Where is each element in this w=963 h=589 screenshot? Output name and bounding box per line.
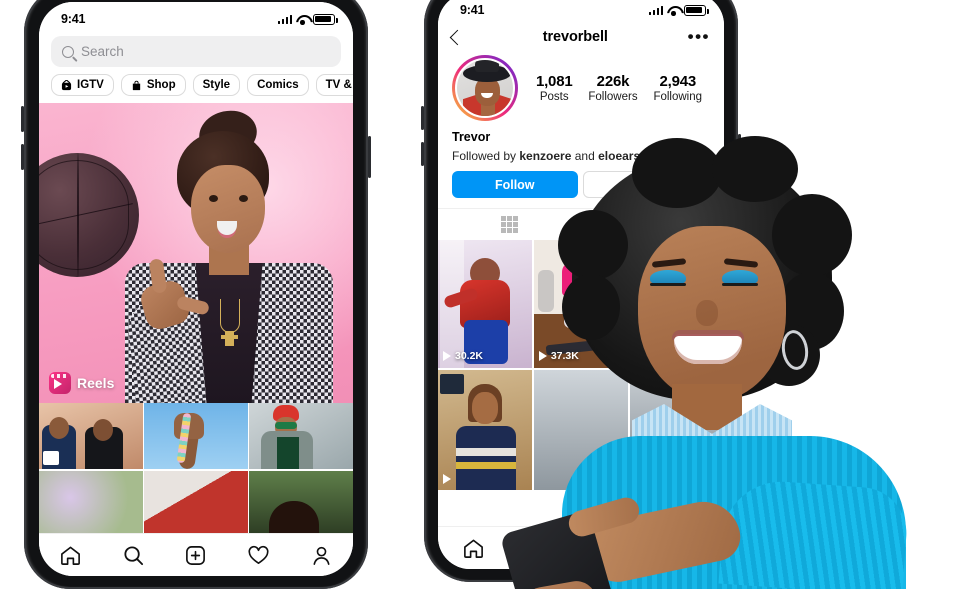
stat-followers[interactable]: 226k Followers: [588, 73, 637, 103]
explore-thumb[interactable]: [39, 470, 143, 537]
wifi-icon: [296, 14, 309, 25]
phone-left-frame: 9:41 Search IGTV Shop Style Comics TV & …: [21, 0, 371, 589]
search-icon[interactable]: [122, 544, 145, 567]
reels-icon: [49, 372, 71, 394]
battery-icon: [313, 13, 338, 25]
chip-igtv[interactable]: IGTV: [51, 74, 114, 96]
nose: [696, 300, 718, 326]
stat-label: Posts: [539, 91, 569, 103]
explore-thumb[interactable]: [249, 403, 353, 469]
hero-face: [191, 165, 265, 253]
person-icon[interactable]: [310, 544, 333, 567]
explore-thumb[interactable]: [144, 470, 248, 537]
phone-left-screen: 9:41 Search IGTV Shop Style Comics TV & …: [39, 2, 353, 576]
stat-posts[interactable]: 1,081 Posts: [536, 73, 573, 103]
profile-summary: 1,081 Posts 226k Followers 2,943 Followi…: [438, 53, 724, 121]
status-bar-right: 9:41: [438, 0, 724, 23]
reel-thumbnail[interactable]: [438, 369, 533, 490]
lash-right: [722, 283, 758, 286]
sweater-sleeve: [718, 477, 910, 589]
bottom-nav-left[interactable]: [39, 533, 353, 576]
reel-view-count: 30.2K: [455, 350, 484, 362]
chip-comics[interactable]: Comics: [247, 74, 309, 96]
play-icon: [443, 351, 451, 361]
hero-eye-left: [209, 195, 218, 202]
search-input[interactable]: Search: [51, 36, 341, 67]
chip-label: Style: [202, 79, 231, 91]
explore-thumb[interactable]: [249, 470, 353, 537]
profile-header: trevorbell •••: [438, 23, 724, 53]
shop-bag-icon: [132, 80, 141, 90]
reel-views: [443, 473, 455, 484]
cellular-bars-icon: [277, 14, 292, 24]
volume-up-button[interactable]: [421, 106, 424, 130]
explore-hero-reel[interactable]: Reels: [39, 103, 353, 403]
status-bar-left: 9:41: [39, 2, 353, 32]
home-icon[interactable]: [462, 537, 485, 560]
power-button[interactable]: [368, 136, 371, 178]
reels-label: Reels: [77, 375, 115, 391]
status-time: 9:41: [61, 12, 86, 26]
hero-cross-pendant: [221, 331, 238, 346]
play-icon: [443, 473, 451, 484]
search-icon: [62, 45, 74, 58]
status-indicators: [277, 13, 338, 25]
avatar[interactable]: [454, 57, 516, 119]
reel-views: 30.2K: [443, 350, 483, 362]
more-options-icon[interactable]: •••: [688, 28, 710, 45]
reels-badge: Reels: [49, 372, 114, 394]
stat-value: 1,081: [535, 73, 573, 90]
stat-value: 226k: [596, 73, 630, 90]
chip-shop[interactable]: Shop: [120, 74, 186, 96]
category-chip-row[interactable]: IGTV Shop Style Comics TV & Movies: [39, 73, 353, 103]
explore-grid[interactable]: [39, 403, 353, 537]
heart-icon[interactable]: [247, 544, 270, 567]
volume-up-button[interactable]: [21, 106, 24, 132]
search-section: Search: [39, 32, 353, 73]
explore-thumb-badge: [43, 451, 59, 465]
chip-tv-and-movies[interactable]: TV & Movies: [315, 74, 353, 96]
avatar-smile: [480, 92, 493, 98]
cellular-bars-icon: [648, 5, 663, 15]
explore-thumb[interactable]: [144, 403, 248, 469]
stat-label: Following: [653, 91, 703, 103]
explore-thumb[interactable]: [39, 403, 143, 469]
volume-down-button[interactable]: [21, 144, 24, 170]
grid-icon: [501, 215, 518, 233]
back-chevron-icon[interactable]: [449, 29, 466, 45]
overlay-person-photo: [499, 136, 910, 589]
chip-label: Shop: [146, 79, 176, 91]
profile-username: trevorbell: [542, 29, 608, 45]
search-placeholder: Search: [81, 44, 124, 59]
profile-stats: 1,081 Posts 226k Followers 2,943 Followi…: [524, 73, 710, 103]
chip-style[interactable]: Style: [192, 74, 241, 96]
avatar-story-ring[interactable]: [452, 55, 518, 121]
wifi-icon: [667, 5, 680, 16]
chip-label: IGTV: [77, 79, 104, 91]
stat-label: Followers: [588, 91, 638, 103]
status-indicators: [648, 4, 709, 16]
igtv-icon: [61, 79, 72, 90]
followed-by-prefix: Followed by: [452, 149, 520, 163]
hero-eye-right: [239, 195, 248, 202]
volume-down-button[interactable]: [421, 142, 424, 166]
plus-square-icon[interactable]: [184, 544, 207, 567]
reel-thumbnail[interactable]: 30.2K: [438, 240, 533, 368]
avatar-hat-crown: [474, 59, 499, 72]
stat-following[interactable]: 2,943 Following: [653, 73, 702, 103]
battery-icon: [684, 4, 709, 16]
status-time: 9:41: [460, 3, 485, 17]
home-icon[interactable]: [59, 544, 82, 567]
stat-value: 2,943: [659, 73, 697, 90]
chip-label: TV & Movies: [325, 79, 353, 91]
chip-label: Comics: [257, 79, 299, 91]
smile: [674, 336, 742, 364]
scene-root: 9:41 Search IGTV Shop Style Comics TV & …: [0, 0, 963, 589]
hero-necklace-chain: [220, 299, 240, 333]
lash-left: [650, 283, 686, 286]
